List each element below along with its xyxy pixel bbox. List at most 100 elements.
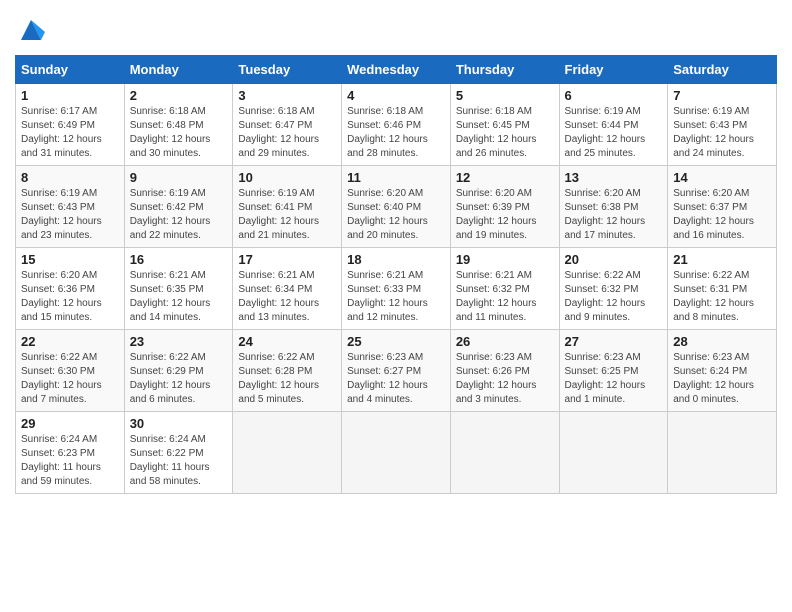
day-number: 4 <box>347 88 445 103</box>
day-number: 21 <box>673 252 771 267</box>
day-info: Sunrise: 6:24 AMSunset: 6:23 PMDaylight:… <box>21 433 119 489</box>
calendar-cell: 9 Sunrise: 6:19 AMSunset: 6:42 PMDaylight… <box>124 166 233 248</box>
day-info: Sunrise: 6:21 AMSunset: 6:35 PMDaylight:… <box>130 269 228 325</box>
header <box>15 10 777 49</box>
day-number: 29 <box>21 416 119 431</box>
day-number: 7 <box>673 88 771 103</box>
calendar-cell: 19 Sunrise: 6:21 AMSunset: 6:32 PMDayligh… <box>450 248 559 330</box>
day-info: Sunrise: 6:19 AMSunset: 6:43 PMDaylight:… <box>673 105 771 161</box>
day-info: Sunrise: 6:17 AMSunset: 6:49 PMDaylight:… <box>21 105 119 161</box>
calendar-cell: 20 Sunrise: 6:22 AMSunset: 6:32 PMDayligh… <box>559 248 668 330</box>
day-number: 9 <box>130 170 228 185</box>
day-number: 18 <box>347 252 445 267</box>
calendar-cell: 2 Sunrise: 6:18 AMSunset: 6:48 PMDaylight… <box>124 84 233 166</box>
day-info: Sunrise: 6:20 AMSunset: 6:40 PMDaylight:… <box>347 187 445 243</box>
day-number: 26 <box>456 334 554 349</box>
weekday-header-monday: Monday <box>124 56 233 84</box>
day-info: Sunrise: 6:22 AMSunset: 6:28 PMDaylight:… <box>238 351 336 407</box>
calendar-cell: 1 Sunrise: 6:17 AMSunset: 6:49 PMDaylight… <box>16 84 125 166</box>
day-number: 17 <box>238 252 336 267</box>
day-number: 5 <box>456 88 554 103</box>
calendar-cell: 18 Sunrise: 6:21 AMSunset: 6:33 PMDayligh… <box>342 248 451 330</box>
day-info: Sunrise: 6:21 AMSunset: 6:33 PMDaylight:… <box>347 269 445 325</box>
calendar-cell: 16 Sunrise: 6:21 AMSunset: 6:35 PMDayligh… <box>124 248 233 330</box>
weekday-header-sunday: Sunday <box>16 56 125 84</box>
day-number: 11 <box>347 170 445 185</box>
calendar-cell: 22Sunrise: 6:22 AMSunset: 6:30 PMDayligh… <box>16 330 125 412</box>
calendar-week-5: 29 Sunrise: 6:24 AMSunset: 6:23 PMDayligh… <box>16 412 777 494</box>
day-info: Sunrise: 6:22 AMSunset: 6:32 PMDaylight:… <box>565 269 663 325</box>
day-info: Sunrise: 6:21 AMSunset: 6:32 PMDaylight:… <box>456 269 554 325</box>
weekday-header-thursday: Thursday <box>450 56 559 84</box>
calendar-cell <box>233 412 342 494</box>
day-number: 20 <box>565 252 663 267</box>
calendar-cell: 12 Sunrise: 6:20 AMSunset: 6:39 PMDayligh… <box>450 166 559 248</box>
day-info: Sunrise: 6:19 AMSunset: 6:42 PMDaylight:… <box>130 187 228 243</box>
day-info: Sunrise: 6:18 AMSunset: 6:45 PMDaylight:… <box>456 105 554 161</box>
day-number: 15 <box>21 252 119 267</box>
calendar-week-4: 22Sunrise: 6:22 AMSunset: 6:30 PMDayligh… <box>16 330 777 412</box>
calendar-cell <box>450 412 559 494</box>
day-number: 27 <box>565 334 663 349</box>
calendar-cell <box>342 412 451 494</box>
day-info: Sunrise: 6:18 AMSunset: 6:46 PMDaylight:… <box>347 105 445 161</box>
day-number: 24 <box>238 334 336 349</box>
day-number: 16 <box>130 252 228 267</box>
day-number: 6 <box>565 88 663 103</box>
calendar-cell: 4 Sunrise: 6:18 AMSunset: 6:46 PMDaylight… <box>342 84 451 166</box>
weekday-header-saturday: Saturday <box>668 56 777 84</box>
day-number: 10 <box>238 170 336 185</box>
day-info: Sunrise: 6:23 AMSunset: 6:26 PMDaylight:… <box>456 351 554 407</box>
calendar-week-3: 15 Sunrise: 6:20 AMSunset: 6:36 PMDayligh… <box>16 248 777 330</box>
calendar-cell: 23 Sunrise: 6:22 AMSunset: 6:29 PMDayligh… <box>124 330 233 412</box>
day-number: 14 <box>673 170 771 185</box>
day-number: 22 <box>21 334 119 349</box>
weekday-header-friday: Friday <box>559 56 668 84</box>
calendar-cell: 24 Sunrise: 6:22 AMSunset: 6:28 PMDayligh… <box>233 330 342 412</box>
day-info: Sunrise: 6:22 AMSunset: 6:31 PMDaylight:… <box>673 269 771 325</box>
logo <box>15 16 45 49</box>
day-number: 1 <box>21 88 119 103</box>
calendar-cell: 25Sunrise: 6:23 AMSunset: 6:27 PMDayligh… <box>342 330 451 412</box>
calendar-cell: 27Sunrise: 6:23 AMSunset: 6:25 PMDayligh… <box>559 330 668 412</box>
weekday-header-wednesday: Wednesday <box>342 56 451 84</box>
calendar-cell: 17Sunrise: 6:21 AMSunset: 6:34 PMDayligh… <box>233 248 342 330</box>
day-number: 2 <box>130 88 228 103</box>
day-number: 8 <box>21 170 119 185</box>
day-info: Sunrise: 6:18 AMSunset: 6:48 PMDaylight:… <box>130 105 228 161</box>
day-info: Sunrise: 6:19 AMSunset: 6:41 PMDaylight:… <box>238 187 336 243</box>
calendar-cell: 7 Sunrise: 6:19 AMSunset: 6:43 PMDaylight… <box>668 84 777 166</box>
day-info: Sunrise: 6:20 AMSunset: 6:39 PMDaylight:… <box>456 187 554 243</box>
day-info: Sunrise: 6:18 AMSunset: 6:47 PMDaylight:… <box>238 105 336 161</box>
day-number: 19 <box>456 252 554 267</box>
day-number: 3 <box>238 88 336 103</box>
day-info: Sunrise: 6:19 AMSunset: 6:44 PMDaylight:… <box>565 105 663 161</box>
calendar-cell <box>559 412 668 494</box>
day-number: 28 <box>673 334 771 349</box>
weekday-header-row: SundayMondayTuesdayWednesdayThursdayFrid… <box>16 56 777 84</box>
day-info: Sunrise: 6:22 AMSunset: 6:29 PMDaylight:… <box>130 351 228 407</box>
day-info: Sunrise: 6:20 AMSunset: 6:38 PMDaylight:… <box>565 187 663 243</box>
day-info: Sunrise: 6:20 AMSunset: 6:36 PMDaylight:… <box>21 269 119 325</box>
day-number: 25 <box>347 334 445 349</box>
day-number: 12 <box>456 170 554 185</box>
day-info: Sunrise: 6:20 AMSunset: 6:37 PMDaylight:… <box>673 187 771 243</box>
calendar-cell: 3 Sunrise: 6:18 AMSunset: 6:47 PMDaylight… <box>233 84 342 166</box>
calendar-cell: 11 Sunrise: 6:20 AMSunset: 6:40 PMDayligh… <box>342 166 451 248</box>
day-number: 23 <box>130 334 228 349</box>
calendar-cell <box>668 412 777 494</box>
day-number: 30 <box>130 416 228 431</box>
logo-icon <box>17 16 45 44</box>
calendar-cell: 15 Sunrise: 6:20 AMSunset: 6:36 PMDayligh… <box>16 248 125 330</box>
day-info: Sunrise: 6:24 AMSunset: 6:22 PMDaylight:… <box>130 433 228 489</box>
calendar-cell: 10 Sunrise: 6:19 AMSunset: 6:41 PMDayligh… <box>233 166 342 248</box>
calendar-cell: 14 Sunrise: 6:20 AMSunset: 6:37 PMDayligh… <box>668 166 777 248</box>
day-info: Sunrise: 6:23 AMSunset: 6:24 PMDaylight:… <box>673 351 771 407</box>
calendar-cell: 28 Sunrise: 6:23 AMSunset: 6:24 PMDayligh… <box>668 330 777 412</box>
calendar-cell: 29 Sunrise: 6:24 AMSunset: 6:23 PMDayligh… <box>16 412 125 494</box>
calendar-cell: 13 Sunrise: 6:20 AMSunset: 6:38 PMDayligh… <box>559 166 668 248</box>
calendar-week-1: 1 Sunrise: 6:17 AMSunset: 6:49 PMDaylight… <box>16 84 777 166</box>
calendar-cell: 5 Sunrise: 6:18 AMSunset: 6:45 PMDaylight… <box>450 84 559 166</box>
calendar-cell: 26 Sunrise: 6:23 AMSunset: 6:26 PMDayligh… <box>450 330 559 412</box>
day-number: 13 <box>565 170 663 185</box>
